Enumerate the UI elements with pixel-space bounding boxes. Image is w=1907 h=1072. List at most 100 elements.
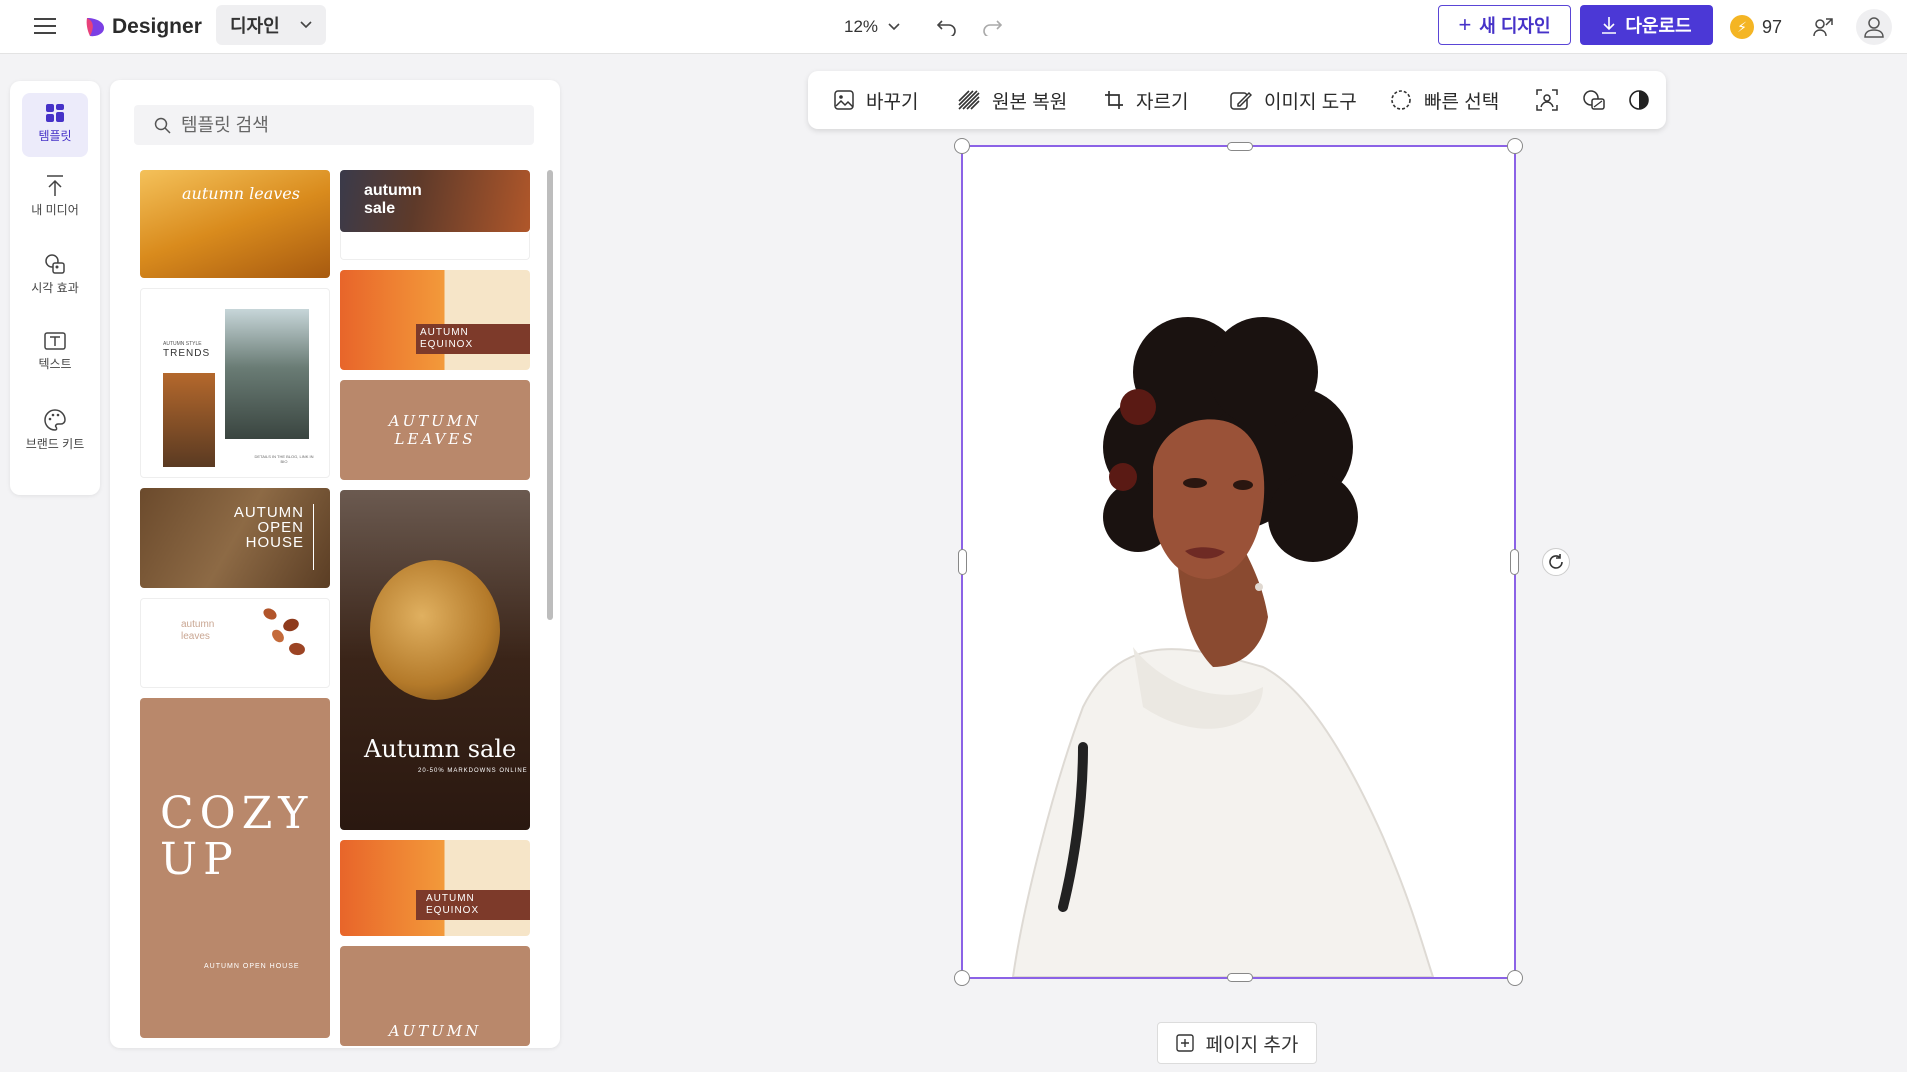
template-search[interactable] xyxy=(134,105,534,145)
template-title: sale xyxy=(364,200,396,217)
templates-icon xyxy=(46,104,64,122)
template-title: autumn xyxy=(364,182,422,199)
template-title: autumn xyxy=(181,619,215,630)
designer-logo-icon xyxy=(86,18,104,37)
replace-image-icon xyxy=(834,90,854,110)
top-bar: Designer 디자인 12% + 새 디자인 다운로드 ⚡ 97 xyxy=(0,0,1907,54)
template-title: leaves xyxy=(181,631,210,642)
person-icon xyxy=(1864,17,1884,38)
contrast-button[interactable] xyxy=(1628,71,1650,129)
template-title: autumn leaves xyxy=(182,184,300,203)
undo-button[interactable] xyxy=(932,12,962,42)
template-card[interactable]: autumn leaves xyxy=(140,170,330,278)
rotate-button[interactable] xyxy=(1542,548,1570,576)
rail-item-label: 브랜드 키트 xyxy=(25,437,85,451)
template-title: AUTUMN xyxy=(388,412,482,430)
resize-handle-right[interactable] xyxy=(1510,549,1519,575)
hamburger-icon[interactable] xyxy=(30,13,60,39)
template-title: AUTUMN xyxy=(388,1022,482,1040)
template-title: Autumn sale xyxy=(364,735,517,763)
portrait-image[interactable] xyxy=(963,147,1514,977)
template-card[interactable]: AUTUMN STYLE TRENDS DETAILS IN THE BLOG,… xyxy=(140,288,330,478)
download-label: 다운로드 xyxy=(1625,16,1692,36)
resize-handle-top[interactable] xyxy=(1227,142,1253,151)
panel-scrollbar[interactable] xyxy=(547,170,553,620)
redo-button[interactable] xyxy=(977,12,1007,42)
canvas-page[interactable] xyxy=(954,138,1523,986)
pumpkin-graphic xyxy=(370,560,500,700)
template-card[interactable]: AUTUMN EQUINOX xyxy=(340,270,530,370)
plus-icon: + xyxy=(1458,12,1472,37)
share-button[interactable] xyxy=(1807,11,1839,43)
rail-item-my-media[interactable]: 내 미디어 xyxy=(22,175,88,218)
template-photo xyxy=(163,373,215,467)
template-card[interactable]: AUTUMN xyxy=(340,946,530,1046)
crop-label: 자르기 xyxy=(1136,91,1189,113)
restore-original-button[interactable]: 원본 복원 xyxy=(958,71,1067,129)
template-card[interactable]: AUTUMN EQUINOX xyxy=(340,840,530,936)
design-dropdown[interactable]: 디자인 xyxy=(216,5,326,45)
template-title: AUTUMN xyxy=(420,327,469,338)
rail-item-templates[interactable]: 템플릿 xyxy=(22,93,88,157)
credits-count: 97 xyxy=(1762,16,1783,37)
image-tools-label: 이미지 도구 xyxy=(1264,91,1357,113)
template-subtitle: AUTUMN OPEN HOUSE xyxy=(204,963,300,970)
search-input[interactable] xyxy=(181,114,481,136)
image-tools-icon xyxy=(1230,91,1252,110)
rail-item-visuals[interactable]: 시각 효과 xyxy=(22,253,88,296)
rail-item-text[interactable]: 텍스트 xyxy=(22,331,88,372)
text-icon xyxy=(44,332,66,350)
template-title: LEAVES xyxy=(394,430,476,448)
restore-original-icon xyxy=(958,90,980,110)
download-button[interactable]: 다운로드 xyxy=(1580,5,1713,45)
resize-handle-bottom-right[interactable] xyxy=(1507,970,1523,986)
account-button[interactable] xyxy=(1856,9,1892,45)
leaves-graphic xyxy=(251,605,311,665)
new-design-button[interactable]: + 새 디자인 xyxy=(1438,5,1571,45)
image-toolbar: 바꾸기 원본 복원 자르기 이미지 도구 빠른 선택 xyxy=(808,71,1666,129)
rail-item-label: 내 미디어 xyxy=(31,203,79,217)
visuals-icon xyxy=(45,254,65,274)
left-rail: 템플릿 내 미디어 시각 효과 텍스트 브랜드 키트 xyxy=(10,81,100,495)
template-title: TRENDS xyxy=(163,348,211,359)
credits-indicator[interactable]: ⚡ 97 xyxy=(1730,12,1782,42)
new-design-label: 새 디자인 xyxy=(1479,16,1551,36)
contrast-icon xyxy=(1629,90,1649,110)
boost-coin-icon: ⚡ xyxy=(1730,15,1754,39)
zoom-dropdown[interactable]: 12% xyxy=(844,12,900,42)
template-card[interactable]: AUTUMN OPEN HOUSE xyxy=(140,488,330,588)
design-dropdown-label: 디자인 xyxy=(230,16,280,36)
template-card[interactable]: autumn sale xyxy=(340,170,530,232)
divider xyxy=(313,504,314,570)
template-card[interactable]: AUTUMN LEAVES xyxy=(340,380,530,480)
template-card[interactable]: Autumn sale 20-50% MARKDOWNS ONLINE xyxy=(340,490,530,830)
blur-background-button[interactable] xyxy=(1582,71,1606,129)
resize-handle-left[interactable] xyxy=(958,549,967,575)
app-name: Designer xyxy=(112,15,202,38)
resize-handle-bottom[interactable] xyxy=(1227,973,1253,982)
image-tools-button[interactable]: 이미지 도구 xyxy=(1230,71,1357,129)
replace-button[interactable]: 바꾸기 xyxy=(834,71,918,129)
template-card[interactable]: COZY UP AUTUMN OPEN HOUSE xyxy=(140,698,330,1038)
rail-item-label: 템플릿 xyxy=(38,129,72,143)
template-card[interactable]: autumn leaves xyxy=(140,598,330,688)
resize-handle-bottom-left[interactable] xyxy=(954,970,970,986)
quick-select-button[interactable]: 빠른 선택 xyxy=(1390,71,1499,129)
rail-item-brand-kit[interactable]: 브랜드 키트 xyxy=(22,409,88,452)
app-logo[interactable]: Designer xyxy=(84,12,202,42)
template-title: HOUSE xyxy=(245,534,304,551)
remove-background-button[interactable] xyxy=(1536,71,1558,129)
zoom-level: 12% xyxy=(844,17,879,36)
rail-item-label: 텍스트 xyxy=(38,357,72,371)
crop-icon xyxy=(1105,91,1123,109)
quick-select-icon xyxy=(1391,90,1411,110)
resize-handle-top-left[interactable] xyxy=(954,138,970,154)
redo-icon xyxy=(983,20,1002,36)
quick-select-label: 빠른 선택 xyxy=(1424,91,1500,113)
download-icon xyxy=(1602,17,1617,34)
resize-handle-top-right[interactable] xyxy=(1507,138,1523,154)
undo-icon xyxy=(937,20,956,36)
add-page-button[interactable]: 페이지 추가 xyxy=(1157,1022,1317,1064)
crop-button[interactable]: 자르기 xyxy=(1104,71,1188,129)
palette-icon xyxy=(44,409,66,431)
